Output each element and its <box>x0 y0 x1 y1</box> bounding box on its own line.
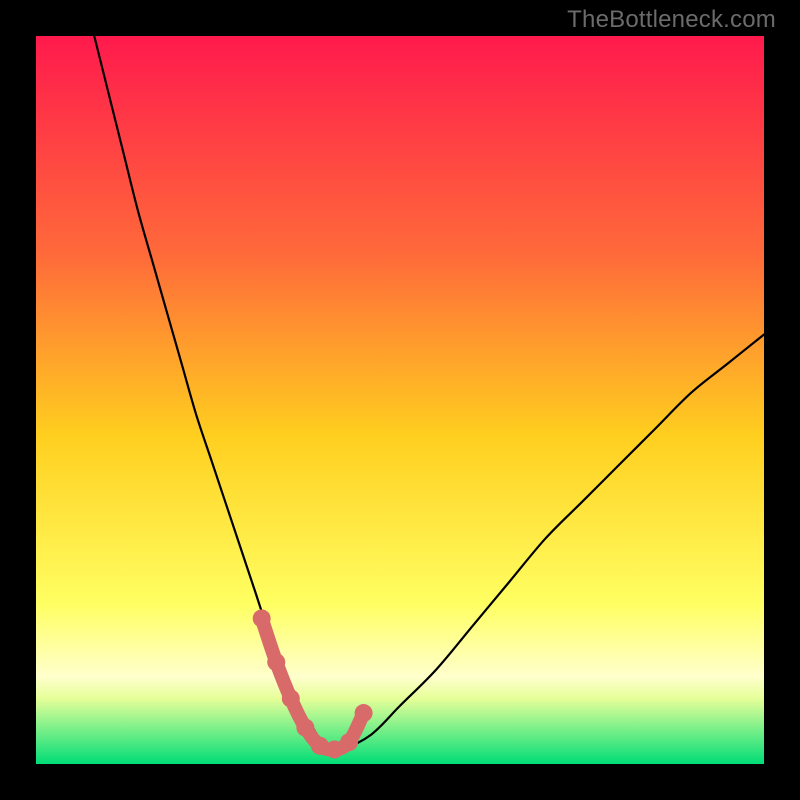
chart-container: { "watermark": "TheBottleneck.com", "col… <box>0 0 800 800</box>
watermark-text: TheBottleneck.com <box>567 6 776 34</box>
bottleneck-curve <box>36 36 764 764</box>
plot-area <box>36 36 764 764</box>
